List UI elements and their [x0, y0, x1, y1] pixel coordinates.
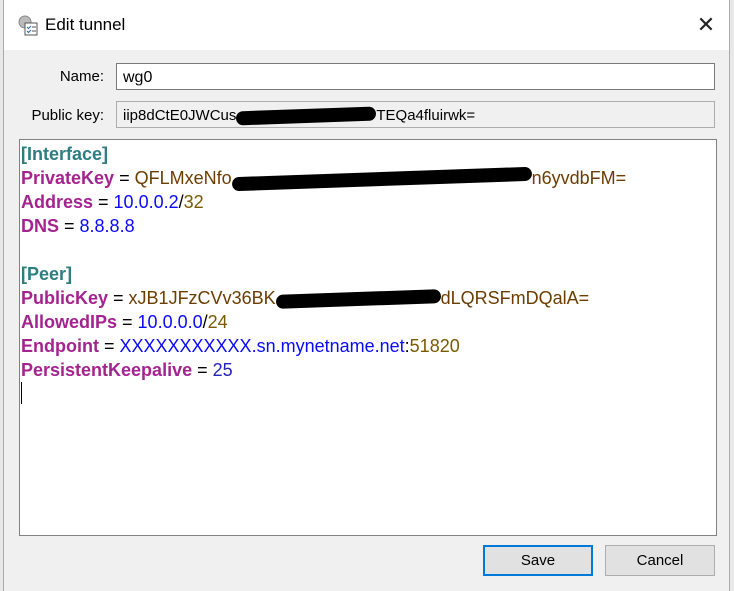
text-caret — [21, 382, 22, 404]
interface-header: [Interface] — [21, 144, 109, 164]
keepalive-value: 25 — [212, 360, 233, 380]
peer-public-key-end: dLQRSFmDQalA= — [440, 288, 590, 308]
allowed-ips-ip: 10.0.0.0 — [137, 312, 203, 332]
equals: = — [98, 336, 120, 356]
allowed-ips-mask: 24 — [207, 312, 228, 332]
config-key: PersistentKeepalive — [21, 360, 193, 380]
equals: = — [117, 312, 138, 332]
peer-header: [Peer] — [21, 264, 73, 284]
config-key: PublicKey — [21, 288, 109, 308]
address-ip: 10.0.0.2 — [113, 192, 179, 212]
private-key-end: n6yvdbFM= — [531, 168, 627, 188]
redaction-scribble — [275, 289, 441, 310]
name-input[interactable]: wg0 — [116, 63, 715, 90]
redaction-scribble — [231, 167, 532, 192]
edit-tunnel-dialog: Edit tunnel ✕ Name: wg0 Public key: iip8… — [3, 0, 730, 591]
window-title: Edit tunnel — [45, 15, 126, 34]
address-mask: 32 — [183, 192, 204, 212]
config-key: PrivateKey — [21, 168, 115, 188]
equals: = — [108, 288, 129, 308]
config-key: Endpoint — [21, 336, 99, 356]
public-key-field[interactable]: iip8dCtE0JWCus TEQa4fluirwk= — [116, 101, 715, 128]
close-button[interactable]: ✕ — [683, 0, 729, 50]
private-key-start: QFLMxeNfo — [134, 168, 232, 188]
peer-public-key-start: xJB1JFzCVv36BK — [128, 288, 276, 308]
title-bar: Edit tunnel ✕ — [4, 0, 729, 50]
equals: = — [114, 168, 135, 188]
config-key: DNS — [21, 216, 60, 236]
endpoint-host: XXXXXXXXXXX.sn.mynetname.net — [119, 336, 405, 356]
equals: = — [93, 192, 114, 212]
public-key-end: TEQa4fluirwk= — [376, 107, 476, 124]
config-key: Address — [21, 192, 94, 212]
dns-value: 8.8.8.8 — [79, 216, 135, 236]
config-key: AllowedIPs — [21, 312, 118, 332]
endpoint-port: 51820 — [409, 336, 460, 356]
public-key-start: iip8dCtE0JWCus — [123, 107, 237, 124]
settings-checklist-icon — [18, 15, 38, 36]
name-label: Name: — [59, 68, 104, 85]
cancel-button[interactable]: Cancel — [605, 545, 715, 576]
equals: = — [192, 360, 213, 380]
config-editor[interactable]: [Interface] PrivateKey = QFLMxeNfo n6yvdb… — [19, 139, 717, 536]
public-key-label: Public key: — [31, 107, 104, 124]
redaction-scribble — [236, 106, 377, 126]
equals: = — [59, 216, 80, 236]
close-icon: ✕ — [696, 12, 716, 37]
save-button[interactable]: Save — [483, 545, 593, 576]
